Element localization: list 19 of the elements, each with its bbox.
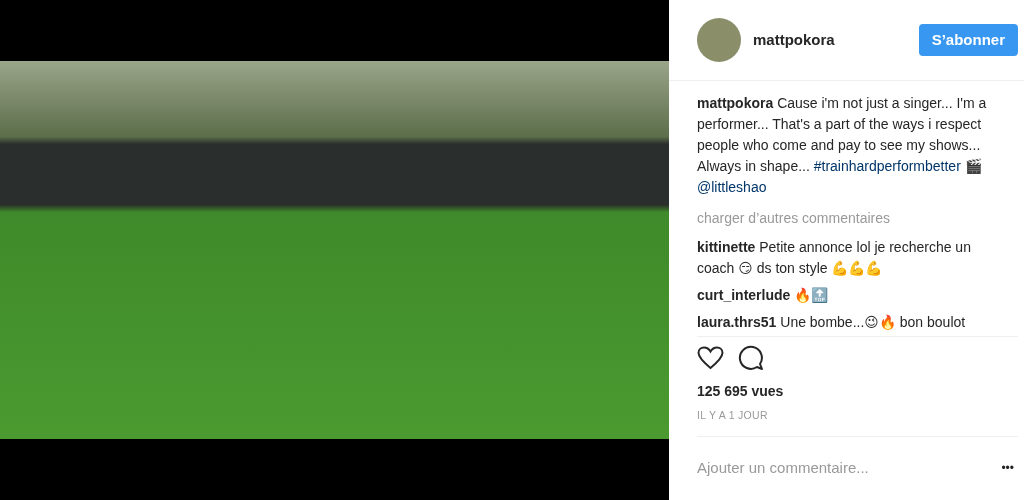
comment: curt_interlude 🔥🔝 bbox=[697, 286, 830, 305]
post-time: IL Y A 1 JOUR bbox=[697, 408, 769, 423]
caption: mattpokora Cause i'm not just a singer... I'm a performer... That's a part of the ways i respect people who come and pay to see my shows... Always in shape... #trainhardperformbetter 🎬 @littleshao bbox=[697, 94, 988, 197]
comment: laura.thrs51 Une bombe...😉🔥 bon boulot bbox=[697, 313, 967, 332]
like-button[interactable] bbox=[697, 345, 724, 371]
comment-button[interactable] bbox=[738, 345, 764, 371]
speech-bubble-icon bbox=[738, 345, 764, 371]
username-link[interactable]: kittinette bbox=[697, 239, 756, 255]
hashtag-link[interactable]: #trainhardperformbetter bbox=[813, 158, 961, 174]
username-link[interactable]: mattpokora bbox=[697, 95, 774, 111]
heart-icon bbox=[697, 346, 724, 370]
username-link[interactable]: mattpokora bbox=[753, 28, 919, 52]
mention-link[interactable]: @littleshao bbox=[697, 179, 767, 195]
username-link[interactable]: curt_interlude bbox=[697, 287, 791, 303]
comment: kittinette Petite annonce lol je recherche un coach 😏 ds ton style 💪💪💪 bbox=[697, 238, 972, 278]
view-count: 125 695 vues bbox=[697, 382, 785, 401]
avatar-circle[interactable] bbox=[697, 18, 741, 62]
more-options-button[interactable]: ••• bbox=[997, 459, 1018, 477]
username-link[interactable]: laura.thrs51 bbox=[697, 314, 777, 330]
